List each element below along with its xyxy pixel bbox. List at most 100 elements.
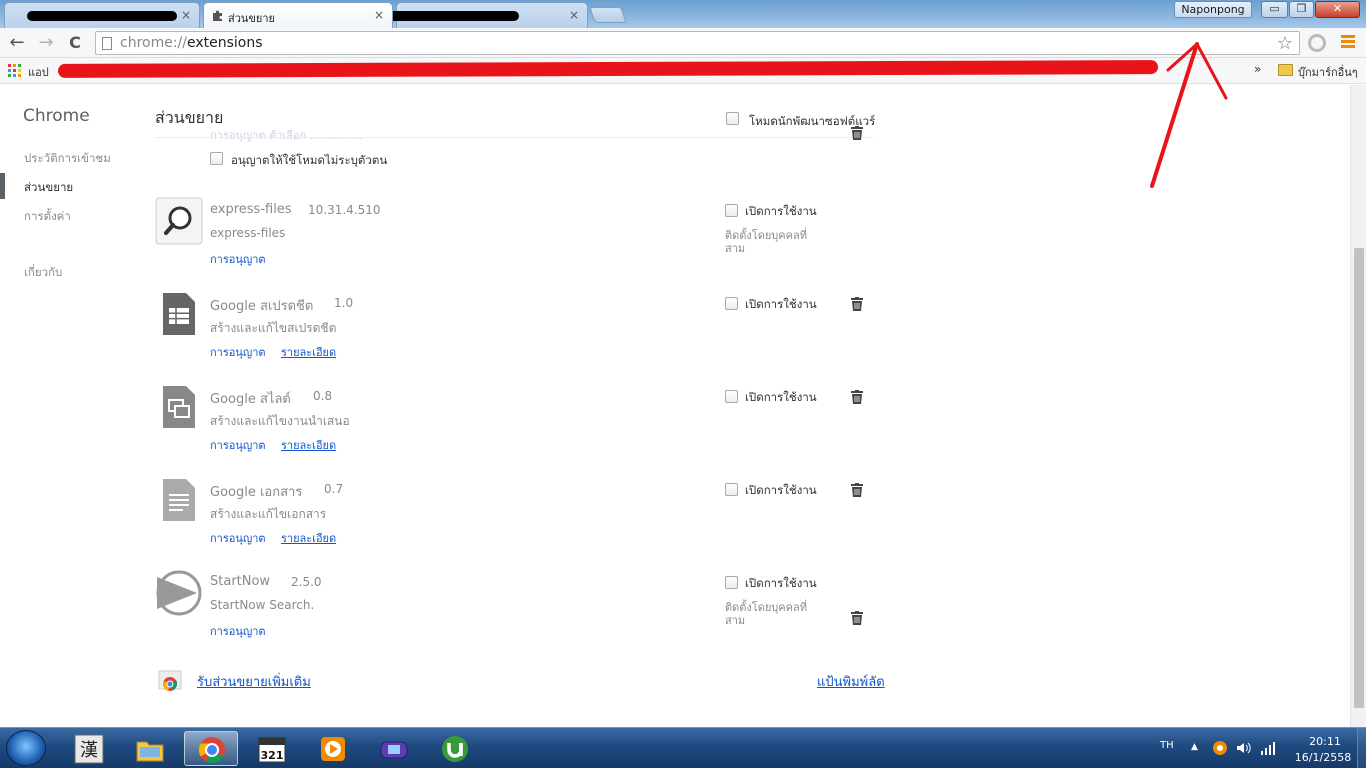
taskbar-app-explorer[interactable] [123,731,177,766]
trash-icon[interactable] [851,297,863,311]
forward-button[interactable]: → [35,32,57,54]
enable-checkbox[interactable] [725,297,738,310]
sidebar-item-about[interactable]: เกี่ยวกับ [24,264,62,282]
details-link[interactable]: รายละเอียด [281,436,336,454]
folder-icon [1278,64,1293,76]
tab-close-icon[interactable]: × [181,8,191,22]
tab-extensions[interactable]: ส่วนขยาย × [203,2,393,28]
keyboard-shortcuts-link[interactable]: แป้นพิมพ์ลัด [817,671,885,692]
enable-label: เปิดการใช้งาน [745,576,817,590]
extension-version: 0.8 [313,389,333,403]
taskbar-app-emulator[interactable] [367,731,421,766]
sheets-icon [163,293,195,335]
page-scrollbar[interactable] [1350,85,1366,727]
redaction-mark [27,11,177,21]
slides-icon [163,386,195,428]
sidebar-selection-marker [0,173,5,199]
magnifier-icon [155,197,203,245]
maximize-button[interactable]: ❐ [1289,1,1314,18]
taskbar-app-kanji[interactable]: 漢 [62,731,116,766]
tray-overflow-icon[interactable]: ▲ [1191,742,1198,752]
bookmark-star-icon[interactable]: ☆ [1277,33,1293,54]
extension-item: StartNow 2.5.0 StartNow Search. การอนุญา… [155,569,895,659]
third-party-note: ติดตั้งโดยบุคคลที่สาม [725,601,807,627]
back-button[interactable]: ← [6,32,28,54]
incognito-label: อนุญาตให้ใช้โหมดไม่ระบุตัวตน [231,153,388,167]
taskbar-app-media-player[interactable] [306,731,360,766]
kanji-icon: 漢 [74,734,104,764]
calendar-icon: 321 [258,737,286,763]
extension-action-icon[interactable] [1308,34,1326,52]
taskbar-app-calendar[interactable]: 321 [245,731,299,766]
permissions-link[interactable]: การอนุญาต [210,343,266,361]
sidebar-item-extensions[interactable]: ส่วนขยาย [24,179,73,197]
reload-button[interactable]: C [64,32,86,54]
tray-app-icon[interactable] [1212,740,1228,756]
trash-icon[interactable] [851,126,863,140]
extension-version: 0.7 [324,482,344,496]
taskbar-app-chrome[interactable] [184,731,238,766]
window-close-button[interactable]: ✕ [1315,1,1360,18]
tab-close-icon[interactable]: × [569,8,579,22]
extension-description: สร้างและแก้ไขสเปรดชีต [210,321,337,335]
extension-description: สร้างและแก้ไขเอกสาร [210,507,327,521]
puzzle-icon [213,10,222,21]
start-button[interactable] [6,730,46,766]
extension-item: Google เอกสาร 0.7 สร้างและแก้ไขเอกสาร กา… [155,476,895,566]
enable-checkbox[interactable] [725,483,738,496]
details-link[interactable]: รายละเอียด [281,529,336,547]
chrome-menu-icon[interactable] [1341,35,1355,49]
extension-item: express-files 10.31.4.510 express-files … [155,126,895,287]
enable-checkbox[interactable] [725,576,738,589]
extension-description: StartNow Search. [210,598,315,612]
taskbar-app-utorrent[interactable] [428,731,482,766]
address-bar[interactable]: chrome://extensions ☆ [95,31,1300,55]
clock-time[interactable]: 20:11 [1300,735,1350,748]
svg-text:漢: 漢 [80,740,98,761]
extension-version: 10.31.4.510 [308,203,381,217]
get-more-extensions-link[interactable]: รับส่วนขยายเพิ่มเติม [197,671,311,692]
trash-icon[interactable] [851,483,863,497]
extension-version: 2.5.0 [291,575,322,589]
extension-name: StartNow [210,574,271,589]
permissions-link[interactable]: การอนุญาต [210,436,266,454]
show-desktop-button[interactable] [1357,728,1366,768]
extension-item: Google สเปรดชีต 1.0 สร้างและแก้ไขสเปรดชี… [155,290,895,380]
other-bookmarks-folder[interactable]: บุ๊กมาร์กอื่นๆ [1298,63,1358,81]
sidebar-item-history[interactable]: ประวัติการเข้าชม [24,150,111,168]
volume-icon[interactable] [1235,740,1251,756]
permissions-link[interactable]: การอนุญาต [210,529,266,547]
permissions-link[interactable]: การอนุญาต [210,622,266,640]
url-scheme: chrome:// [120,35,187,51]
enable-label: เปิดการใช้งาน [745,390,817,404]
scrollbar-thumb[interactable] [1354,248,1364,708]
tab-redacted-2[interactable]: × [379,2,588,28]
trash-icon[interactable] [851,390,863,404]
bookmarks-overflow-icon[interactable]: » [1254,62,1261,76]
clock-date[interactable]: 16/1/2558 [1288,751,1358,764]
enable-checkbox[interactable] [725,390,738,403]
input-language-indicator[interactable]: TH [1160,740,1174,751]
apps-bookmark[interactable]: แอป [28,63,49,81]
network-icon[interactable] [1260,740,1276,756]
extension-description: express-files [210,226,286,240]
permissions-link[interactable]: การอนุญาต [210,250,266,268]
incognito-checkbox[interactable] [210,152,223,165]
enable-label: เปิดการใช้งาน [745,483,817,497]
enable-checkbox[interactable] [725,204,738,217]
tab-close-icon[interactable]: × [374,8,384,22]
apps-grid-icon[interactable] [8,64,21,77]
minimize-button[interactable]: ▭ [1261,1,1288,18]
media-player-icon [321,737,345,761]
new-tab-button[interactable] [589,7,627,23]
trash-icon[interactable] [851,611,863,625]
explorer-icon [136,741,164,762]
profile-button[interactable]: Naponpong [1174,1,1252,18]
details-link[interactable]: รายละเอียด [281,343,336,361]
tab-redacted-1[interactable]: × [4,2,200,28]
sidebar-item-settings[interactable]: การตั้งค่า [24,208,71,226]
extension-name: Google สเปรดชีต [210,299,314,314]
developer-mode-checkbox[interactable] [726,112,739,125]
enable-label: เปิดการใช้งาน [745,297,817,311]
header-divider [155,137,873,138]
